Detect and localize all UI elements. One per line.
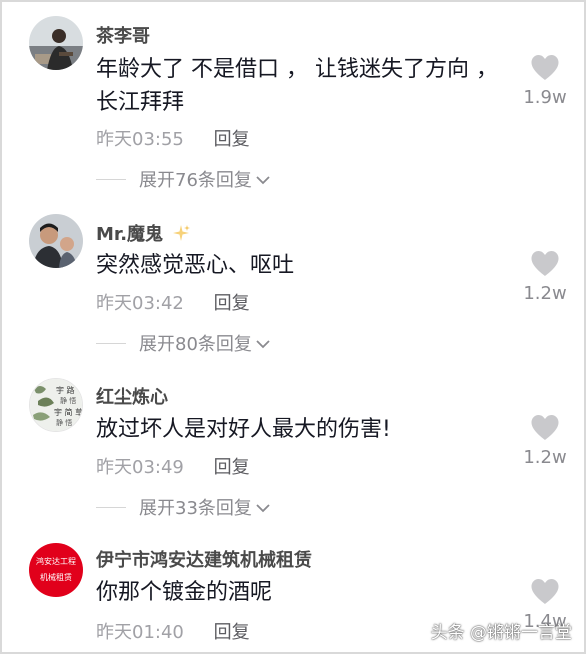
like-button[interactable]: 1.9w [522, 54, 568, 108]
like-button[interactable]: 1.2w [522, 414, 568, 468]
reply-button[interactable]: 回复 [214, 125, 250, 151]
divider-line [96, 342, 126, 344]
reply-button[interactable]: 回复 [214, 618, 250, 644]
avatar[interactable]: 宇 路 静 悟 宇 简 草 静 悟 [29, 378, 83, 432]
svg-text:宇 简 草: 宇 简 草 [54, 407, 83, 417]
expand-replies-button[interactable]: 展开33条回复 [96, 494, 271, 520]
expand-replies-label: 展开80条回复 [139, 334, 252, 355]
expand-replies-label: 展开33条回复 [139, 498, 252, 519]
comment-time: 昨天01:40 [96, 622, 184, 643]
svg-text:静 悟: 静 悟 [56, 418, 72, 427]
svg-text:静 悟: 静 悟 [60, 396, 76, 405]
expand-replies-button[interactable]: 展开80条回复 [96, 330, 271, 356]
like-button[interactable]: 1.2w [522, 250, 568, 304]
heart-icon [531, 55, 559, 80]
comment-meta: 昨天01:40 回复 [96, 618, 250, 644]
reply-button[interactable]: 回复 [214, 289, 250, 315]
expand-replies-button[interactable]: 展开76条回复 [96, 166, 271, 192]
avatar-logo-text: 机械租赁 [40, 573, 72, 582]
comment-text: 年龄大了 不是借口 ， 让钱迷失了方向 ，长江拜拜 [96, 57, 498, 115]
comment-time: 昨天03:49 [96, 457, 184, 478]
person-photo-avatar-icon [29, 16, 83, 70]
expand-replies-label: 展开76条回复 [139, 170, 252, 191]
sparkle-icon [172, 224, 191, 247]
chevron-down-icon [255, 169, 271, 190]
heart-icon [531, 415, 559, 440]
heart-icon [531, 579, 559, 604]
comment-time: 昨天03:55 [96, 129, 184, 150]
comment-username[interactable]: 红尘炼心 [96, 383, 168, 409]
comment-meta: 昨天03:55 回复 [96, 125, 250, 151]
comment-time: 昨天03:42 [96, 293, 184, 314]
comment-text: 突然感觉恶心、呕吐 [96, 253, 295, 278]
like-count: 1.2w [523, 447, 567, 468]
comment-username[interactable]: 伊宁市鸿安达建筑机械租赁 [96, 546, 312, 572]
chevron-down-icon [255, 497, 271, 518]
heart-icon [531, 251, 559, 276]
divider-line [96, 178, 126, 180]
like-count: 1.9w [523, 87, 567, 108]
avatar[interactable] [29, 16, 83, 70]
calligraphy-avatar-icon: 宇 路 静 悟 宇 简 草 静 悟 [30, 379, 83, 431]
comment-text: 放过坏人是对好人最大的伤害! [96, 417, 391, 442]
two-people-photo-avatar-icon [29, 214, 83, 268]
comment-username[interactable]: Mr.魔鬼 [96, 220, 191, 247]
comment-username[interactable]: 茶李哥 [96, 22, 150, 48]
avatar[interactable]: 鸿安达工程 机械租赁 [29, 543, 83, 597]
avatar-logo-text: 鸿安达工程 [36, 557, 76, 566]
comment-meta: 昨天03:42 回复 [96, 289, 250, 315]
like-count: 1.2w [523, 283, 567, 304]
svg-text:宇 路: 宇 路 [56, 385, 75, 395]
divider-line [96, 506, 126, 508]
avatar[interactable] [29, 214, 83, 268]
comment-text: 你那个镀金的酒呢 [96, 580, 273, 605]
watermark: 头条 @锵锵一言堂 [430, 623, 572, 643]
reply-button[interactable]: 回复 [214, 453, 250, 479]
chevron-down-icon [255, 333, 271, 354]
comment-username-text: Mr.魔鬼 [96, 224, 164, 245]
comment-meta: 昨天03:49 回复 [96, 453, 250, 479]
